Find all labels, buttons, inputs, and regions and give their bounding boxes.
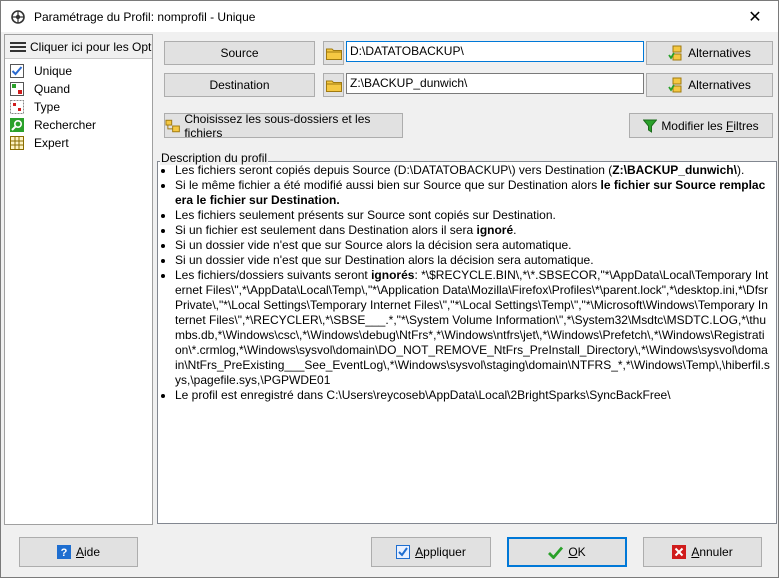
folder-icon: [325, 80, 342, 92]
svg-text:?: ?: [61, 547, 68, 559]
sidebar-item-label: Expert: [34, 136, 69, 150]
cancel-label: Annuler: [691, 545, 733, 559]
filter-icon: [643, 119, 658, 133]
profile-description-group: Les fichiers seront copiés depuis Source…: [156, 151, 779, 526]
sidebar-nav: Unique Quand Type Rechercher Expert: [5, 62, 152, 152]
list-item: Si un dossier vide n'est que sur Source …: [175, 238, 770, 253]
source-button[interactable]: Source: [164, 41, 315, 65]
apply-button[interactable]: Appliquer: [371, 537, 491, 567]
modify-filters-button[interactable]: Modifier les Filtres: [629, 113, 773, 138]
list-item: Les fichiers seulement présents sur Sour…: [175, 208, 770, 223]
destination-path-value: Z:\BACKUP_dunwich\: [350, 76, 468, 90]
check-list-icon: [10, 64, 24, 78]
list-item: Les fichiers seront copiés depuis Source…: [175, 163, 770, 178]
sidebar-item-label: Type: [34, 100, 61, 114]
list-item: Si le même fichier a été modifié aussi b…: [175, 178, 770, 208]
apply-icon: [396, 545, 411, 559]
destination-browse-button[interactable]: [323, 73, 344, 97]
apply-label: Appliquer: [415, 545, 466, 559]
help-button[interactable]: ? Aide: [19, 537, 138, 567]
list-item: Si un fichier est seulement dans Destina…: [175, 223, 770, 238]
help-icon: ?: [56, 545, 71, 559]
profile-description-box[interactable]: Les fichiers seront copiés depuis Source…: [157, 161, 777, 524]
sidebar-item-label: Unique: [34, 64, 73, 78]
folder-icon: [325, 48, 342, 60]
syncback-app-icon: [11, 9, 25, 24]
description-group-label: Description du profil: [160, 151, 269, 165]
alternatives-icon: [668, 77, 682, 93]
destination-button-label: Destination: [209, 78, 270, 92]
source-button-label: Source: [220, 46, 259, 60]
sidebar-item-expert[interactable]: Expert: [5, 134, 152, 152]
sidebar-header-button[interactable]: Cliquer ici pour les Opti: [5, 35, 152, 59]
sidebar-item-label: Rechercher: [34, 118, 97, 132]
list-item: Si un dossier vide n'est que sur Destina…: [175, 253, 770, 268]
title-bar: Paramétrage du Profil: nomprofil - Uniqu…: [1, 1, 778, 32]
list-item: Les fichiers/dossiers suivants seront ig…: [175, 268, 770, 388]
subfolders-icon: [165, 119, 180, 132]
choose-subfolders-button[interactable]: Choisissez les sous-dossiers et les fich…: [164, 111, 403, 140]
cancel-button[interactable]: Annuler: [643, 537, 762, 567]
choose-subfolders-label: Choisissez les sous-dossiers et les fich…: [184, 111, 371, 140]
ok-label: OK: [568, 545, 586, 559]
destination-button[interactable]: Destination: [164, 73, 315, 97]
calendar-icon: [10, 82, 24, 96]
search-icon: [10, 118, 24, 132]
type-icon: [10, 100, 24, 114]
source-path-value: D:\DATATOBACKUP\: [350, 44, 464, 58]
checkmark-icon: [548, 546, 564, 559]
source-alternatives-button[interactable]: Alternatives: [646, 41, 773, 65]
sidebar-item-quand[interactable]: Quand: [5, 80, 152, 98]
sidebar-header-label: Cliquer ici pour les Opti: [30, 39, 152, 54]
close-icon: ✕: [748, 8, 762, 26]
options-sidebar: Cliquer ici pour les Opti Unique Quand T…: [4, 34, 153, 525]
sidebar-toggle-icon: [10, 41, 26, 52]
grid-icon: [10, 136, 24, 150]
destination-alternatives-button[interactable]: Alternatives: [646, 73, 773, 97]
source-browse-button[interactable]: [323, 41, 344, 65]
list-item: Le profil est enregistré dans C:\Users\r…: [175, 388, 770, 403]
window-title: Paramétrage du Profil: nomprofil - Uniqu…: [34, 9, 256, 24]
destination-alternatives-label: Alternatives: [688, 78, 751, 92]
cancel-icon: [672, 545, 687, 559]
sidebar-item-unique[interactable]: Unique: [5, 62, 152, 80]
destination-path-field[interactable]: Z:\BACKUP_dunwich\: [346, 73, 644, 94]
ok-button[interactable]: OK: [507, 537, 627, 567]
sidebar-item-rechercher[interactable]: Rechercher: [5, 116, 152, 134]
description-list: Les fichiers seront copiés depuis Source…: [158, 162, 776, 403]
help-label: Aide: [75, 545, 101, 559]
close-button[interactable]: ✕: [732, 1, 778, 32]
modify-filters-label: Modifier les Filtres: [661, 118, 759, 133]
source-alternatives-label: Alternatives: [688, 46, 751, 60]
sidebar-item-label: Quand: [34, 82, 71, 96]
sidebar-item-type[interactable]: Type: [5, 98, 152, 116]
source-path-field[interactable]: D:\DATATOBACKUP\: [346, 41, 644, 62]
alternatives-icon: [668, 45, 682, 61]
profile-settings-dialog: Paramétrage du Profil: nomprofil - Uniqu…: [0, 0, 779, 578]
